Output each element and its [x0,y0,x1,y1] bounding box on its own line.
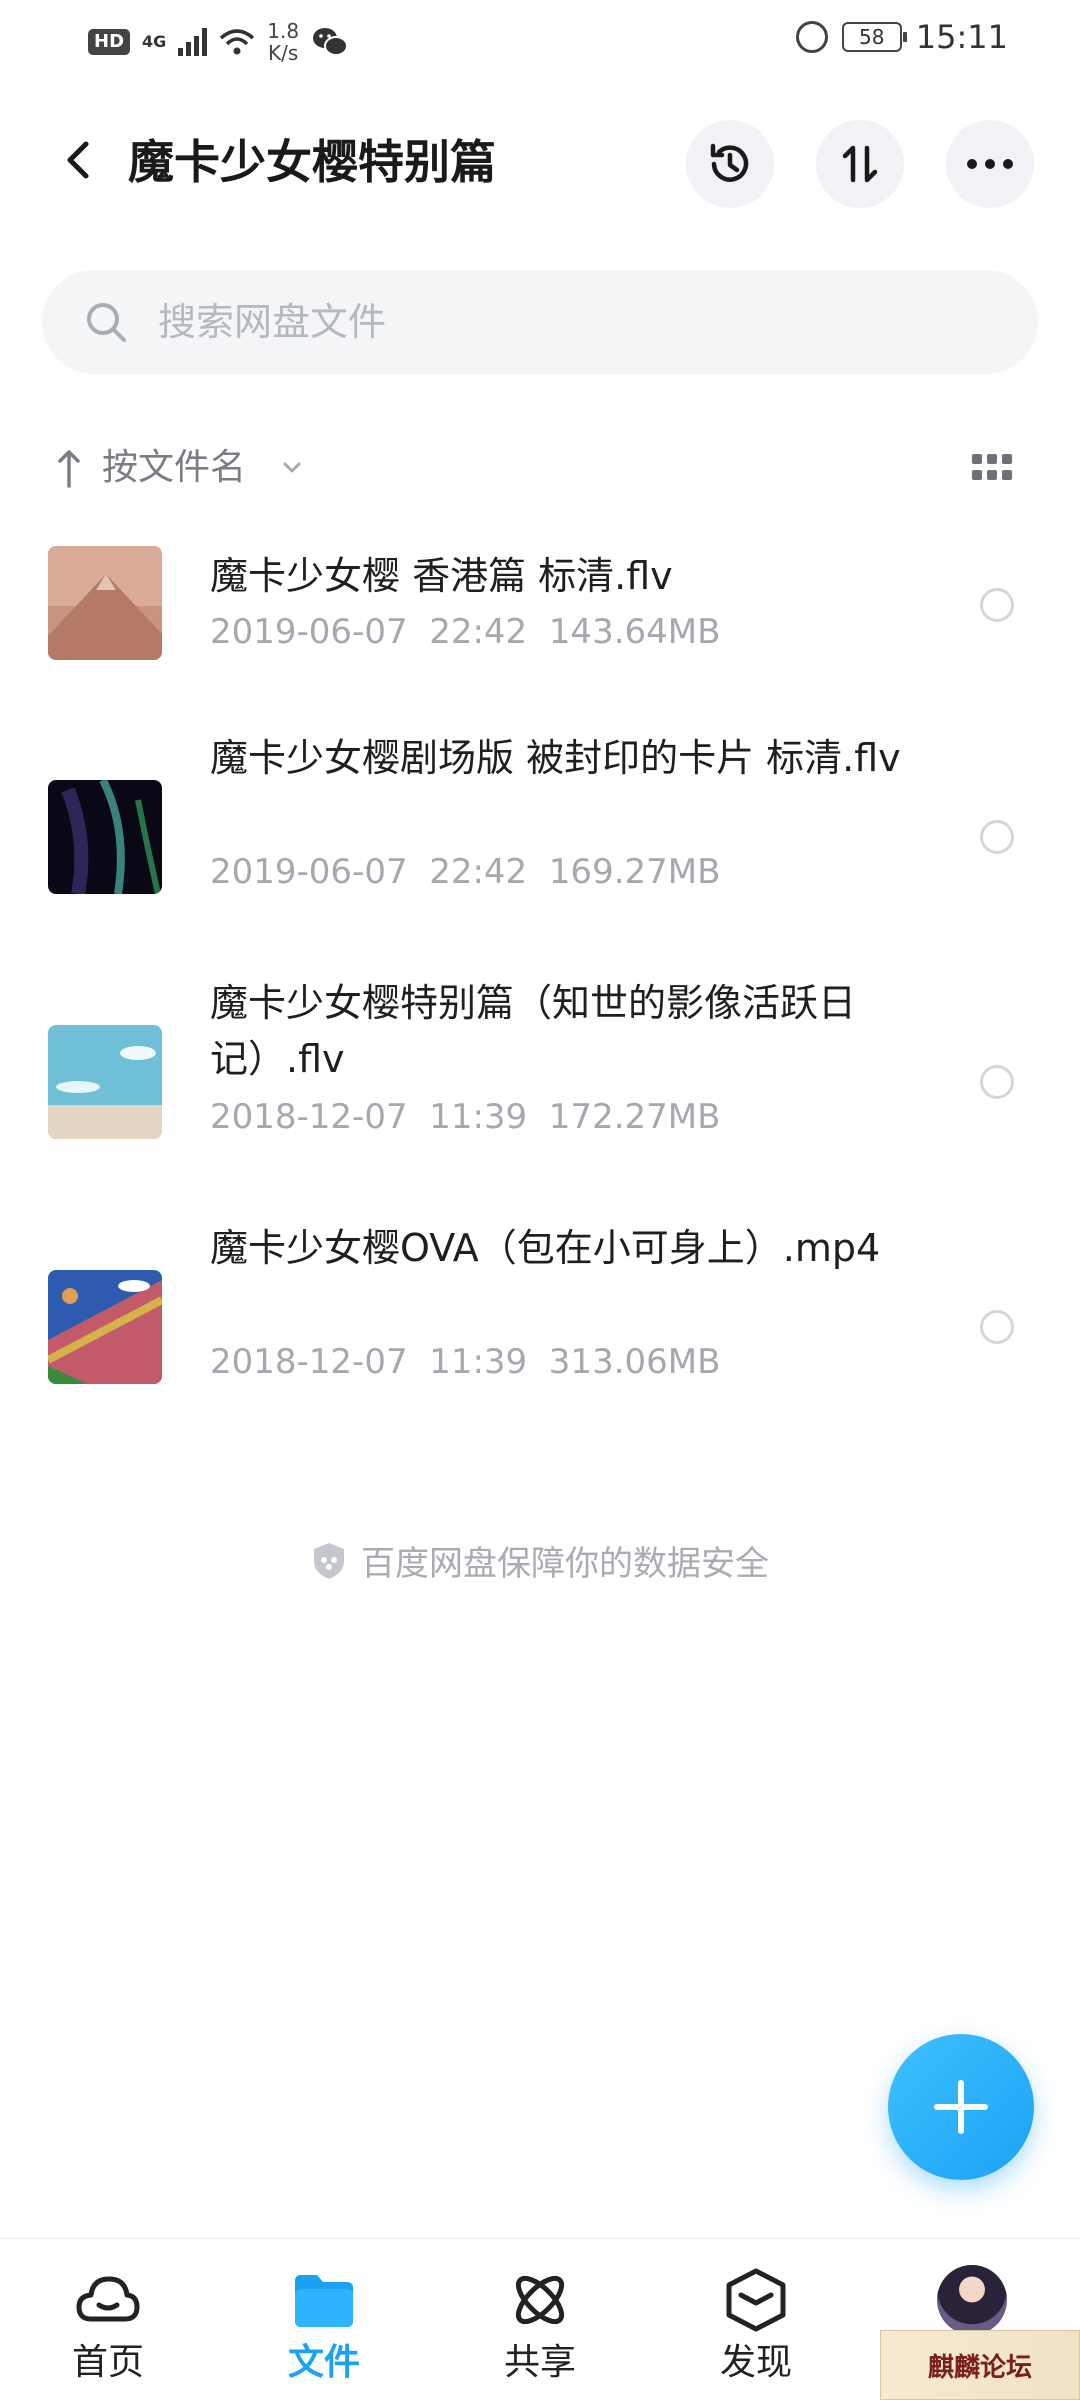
nav-files-label: 文件 [287,2342,360,2383]
list-item[interactable]: 魔卡少女樱OVA（包在小可身上）.mp4 2018-12-07 11:39 31… [0,1210,1080,1430]
select-radio[interactable] [980,1065,1014,1099]
network-speed: 1.8 K/s [267,20,299,64]
folder-icon [295,2275,353,2327]
history-icon [710,143,749,182]
aurora-thumbnail-image [48,780,162,894]
file-meta: 2018-12-07 11:39 172.27MB [210,1097,721,1137]
list-item[interactable]: 魔卡少女樱剧场版 被封印的卡片 标清.flv 2019-06-07 22:42 … [0,720,1080,940]
sort-toggle-icon [842,145,878,183]
wechat-icon [313,28,349,56]
list-item[interactable]: 魔卡少女樱特别篇（知世的影像活跃日记）.flv 2018-12-07 11:39… [0,965,1080,1185]
page-title: 魔卡少女樱特别篇 [128,135,496,189]
list-item[interactable]: 魔卡少女樱 香港篇 标清.flv 2019-06-07 22:42 143.64… [0,520,1080,680]
status-left: HD 4G 1.8 K/s [88,20,349,64]
nav-share-label: 共享 [503,2342,576,2383]
safety-note: 百度网盘保障你的数据安全 [0,1536,1080,1590]
shield-icon [314,1542,344,1579]
select-radio[interactable] [980,588,1014,622]
cloud-icon [76,2276,140,2322]
more-button[interactable] [946,120,1034,208]
sort-label[interactable]: 按文件名 [102,444,246,492]
nav-share[interactable]: 共享 [460,2265,620,2400]
sky-thumbnail-image [48,1025,162,1139]
avatar [937,2265,1007,2335]
file-name: 魔卡少女樱剧场版 被封印的卡片 标清.flv [210,736,901,780]
safety-note-inner: 百度网盘保障你的数据安全 [311,1536,769,1585]
forum-watermark: 麒麟论坛 [880,2330,1080,2400]
add-button[interactable] [888,2034,1034,2180]
status-bar: HD 4G 1.8 K/s 58 15:11 [0,0,1080,80]
network-type: 4G [142,32,167,51]
nav-home[interactable]: 首页 [28,2265,188,2400]
more-icon [967,159,1013,169]
file-meta: 2018-12-07 11:39 313.06MB [210,1342,721,1382]
chevron-down-icon[interactable] [280,458,304,478]
search-bar[interactable] [42,270,1038,374]
file-name: 魔卡少女樱OVA（包在小可身上）.mp4 [210,1226,881,1270]
search-icon [87,303,126,342]
cartoon-thumbnail-image [48,1270,162,1384]
speed-value: 1.8 [267,19,300,43]
header: 魔卡少女樱特别篇 [0,110,1080,210]
safety-note-text: 百度网盘保障你的数据安全 [361,1544,769,1584]
atom-icon [515,2275,565,2325]
sort-row: 按文件名 [0,440,1080,500]
data-saver-icon [795,21,828,53]
cube-icon [726,2268,786,2332]
plus-icon [934,2080,988,2134]
grid-view-icon[interactable] [972,454,1012,482]
status-right: 58 15:11 [795,18,1008,56]
file-thumbnail [48,546,162,660]
speed-unit: K/s [268,41,299,65]
file-thumbnail [48,1270,162,1384]
wifi-icon [220,29,255,55]
clock: 15:11 [915,18,1008,56]
file-name: 魔卡少女樱 香港篇 标清.flv [210,554,673,598]
mountain-thumbnail-image [48,546,162,660]
file-name: 魔卡少女樱特别篇（知世的影像活跃日记）.flv [210,981,857,1081]
search-input[interactable] [158,290,978,354]
select-radio[interactable] [980,1310,1014,1344]
battery-indicator: 58 [841,22,907,52]
file-thumbnail [48,780,162,894]
nav-home-label: 首页 [71,2342,144,2383]
sort-toggle-button[interactable] [816,120,904,208]
nav-discover[interactable]: 发现 [676,2265,836,2400]
history-button[interactable] [686,120,774,208]
nav-files[interactable]: 文件 [244,2265,404,2400]
nav-discover-label: 发现 [719,2342,792,2383]
file-meta: 2019-06-07 22:42 143.64MB [210,612,721,652]
hd-indicator: HD [88,29,131,55]
select-radio[interactable] [980,820,1014,854]
sort-direction-icon[interactable] [54,446,84,490]
file-meta: 2019-06-07 22:42 169.27MB [210,852,721,892]
back-arrow-icon[interactable] [50,130,110,190]
file-thumbnail [48,1025,162,1139]
signal-icon [178,28,208,56]
